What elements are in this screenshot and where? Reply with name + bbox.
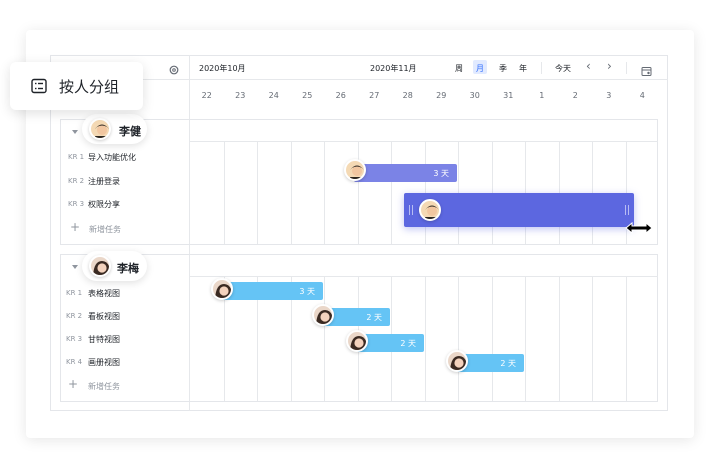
avatar [344, 159, 366, 181]
day-label: 3 [606, 91, 612, 100]
task-name[interactable]: 权限分享 [88, 199, 120, 210]
view-week-button[interactable]: 周 [455, 63, 463, 74]
bar-duration-label: 3 天 [433, 169, 449, 178]
group-1-header-line [189, 141, 658, 142]
group-by-person-button[interactable]: 按人分组 [10, 62, 143, 110]
day-label: 29 [436, 91, 447, 100]
day-label: 28 [402, 91, 413, 100]
chevron-right-icon[interactable]: › [607, 59, 612, 73]
today-button[interactable]: 今天 [555, 63, 571, 74]
day-label: 24 [268, 91, 279, 100]
owner-name-2: 李梅 [117, 262, 139, 275]
toolbar-separator-2 [626, 62, 627, 74]
toolbar-separator [541, 62, 542, 74]
day-label: 2 [572, 91, 578, 100]
drag-handle-right[interactable] [625, 205, 629, 215]
chevron-left-icon[interactable]: ‹ [586, 59, 591, 73]
owner-name-1: 李健 [119, 125, 141, 138]
plus-icon[interactable]: + [70, 220, 80, 234]
view-year-button[interactable]: 年 [519, 63, 527, 74]
task-id: KR 3 [66, 335, 83, 343]
avatar [419, 199, 441, 221]
chevron-down-icon[interactable] [72, 130, 78, 134]
day-label: 31 [503, 91, 514, 100]
day-label: 4 [639, 91, 645, 100]
avatar [211, 278, 233, 300]
day-label: 27 [369, 91, 380, 100]
task-bar[interactable]: 3 天 [221, 282, 323, 300]
add-task-button[interactable]: 新增任务 [88, 381, 120, 392]
bar-duration-label: 3 天 [299, 287, 315, 296]
list-icon [31, 78, 47, 94]
resize-cursor-icon [624, 220, 654, 235]
task-id: KR 2 [66, 312, 83, 320]
task-name[interactable]: 导入功能优化 [88, 152, 136, 163]
plus-icon[interactable]: + [68, 377, 78, 391]
group-by-person-label: 按人分组 [59, 78, 120, 96]
view-month-button[interactable]: 月 [476, 63, 484, 74]
task-id: KR 1 [66, 289, 83, 297]
avatar [312, 304, 334, 326]
bar-duration-label: 2 天 [366, 313, 382, 322]
day-label: 26 [335, 91, 346, 100]
task-name[interactable]: 表格视图 [88, 288, 120, 299]
task-id: KR 2 [68, 177, 85, 185]
day-label: 30 [469, 91, 480, 100]
chevron-down-icon[interactable] [72, 265, 78, 269]
bar-duration-label: 2 天 [500, 359, 516, 368]
calendar-settings-icon[interactable] [641, 62, 652, 76]
day-label: 22 [201, 91, 212, 100]
task-id: KR 3 [68, 200, 85, 208]
task-bar[interactable]: 3 天 [354, 164, 457, 182]
task-name[interactable]: 注册登录 [88, 176, 120, 187]
avatar [89, 255, 111, 277]
task-name[interactable]: 甘特视图 [88, 334, 120, 345]
day-label: 1 [539, 91, 545, 100]
month-label-left: 2020年10月 [199, 64, 246, 73]
drag-handle-left[interactable] [409, 205, 413, 215]
task-name[interactable]: 看板视图 [88, 311, 120, 322]
task-name[interactable]: 画册视图 [88, 357, 120, 368]
settings-icon[interactable] [168, 61, 180, 75]
day-label: 25 [302, 91, 313, 100]
task-id: KR 1 [68, 153, 85, 161]
month-label-right: 2020年11月 [370, 64, 417, 73]
avatar [346, 330, 368, 352]
day-label: 23 [235, 91, 246, 100]
avatar [446, 350, 468, 372]
bar-duration-label: 2 天 [400, 339, 416, 348]
add-task-button[interactable]: 新增任务 [89, 224, 121, 235]
task-id: KR 4 [66, 358, 83, 366]
group-2-header-line [189, 276, 658, 277]
avatar [89, 118, 111, 140]
view-quarter-button[interactable]: 季 [499, 63, 507, 74]
